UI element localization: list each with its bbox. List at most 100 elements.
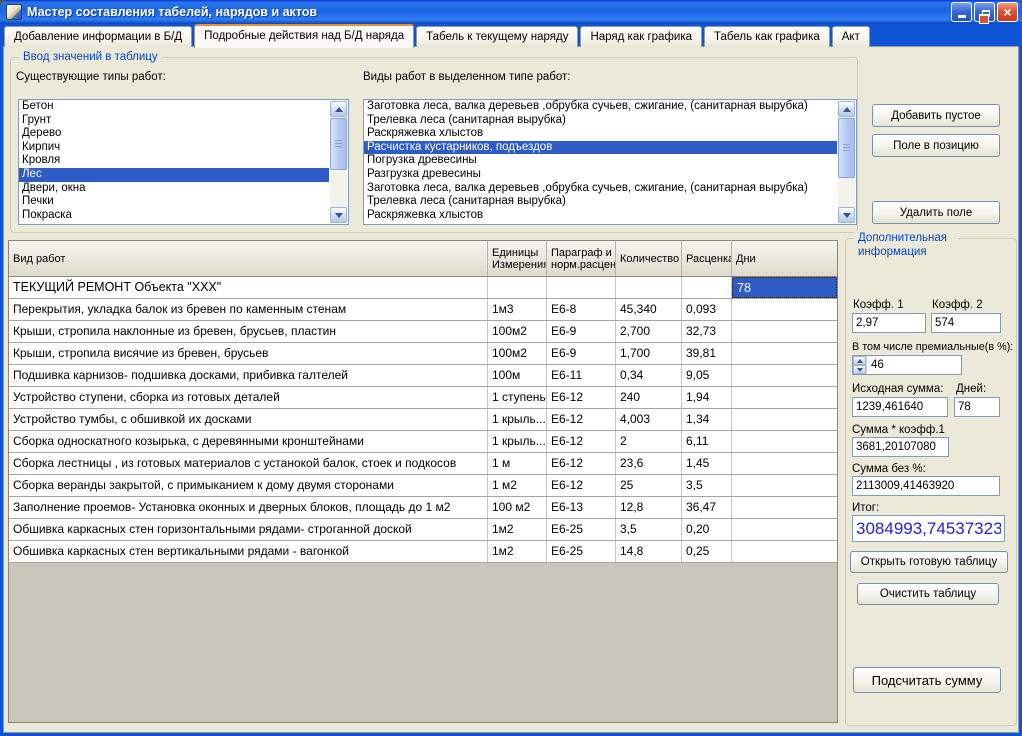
cell-work-name[interactable]: Устройство ступени, сборка из готовых де… [9,387,488,408]
cell-days[interactable] [732,343,837,364]
work-kind-item-selected[interactable]: Расчистка кустарников, подъездов [364,141,837,155]
koeff2-input[interactable] [931,313,1001,333]
scroll-down-button[interactable] [838,207,855,223]
work-kinds-scrollbar[interactable] [838,101,855,223]
column-header-paragraph[interactable]: Параграф и норм.расценок [547,241,616,276]
premium-spinner[interactable]: 46 [852,355,962,375]
column-header-work-kind[interactable]: Вид работ [9,241,488,276]
spinner-down-button[interactable] [853,365,866,374]
spinner-up-button[interactable] [853,356,866,365]
cell-paragraph[interactable]: Е6-12 [547,431,616,452]
cell-unit[interactable] [488,277,547,298]
work-kind-item[interactable]: Раскряжевка хлыстов [364,127,856,141]
cell-rate[interactable]: 0,093 [682,299,732,320]
cell-unit[interactable]: 1 крыль... [488,431,547,452]
cell-work-name[interactable]: Обшивка каркасных стен горизонтальными р… [9,519,488,540]
cell-rate[interactable]: 0,20 [682,519,732,540]
cell-rate[interactable]: 1,94 [682,387,732,408]
scroll-up-button[interactable] [838,101,855,117]
work-kind-item[interactable]: Трелевка леса (санитарная вырубка) [364,114,856,128]
cell-unit[interactable]: 1 м [488,453,547,474]
tab-tabel-current-naryad[interactable]: Табель к текущему наряду [416,26,578,47]
total-input[interactable] [852,515,1005,542]
cell-work-name[interactable]: Крыши, стропила наклонные из бревен, бру… [9,321,488,342]
cell-paragraph[interactable]: Е6-9 [547,321,616,342]
column-header-days[interactable]: Дни [732,241,837,276]
cell-days[interactable] [732,519,837,540]
cell-quantity[interactable]: 3,5 [616,519,682,540]
work-type-item[interactable]: Бетон [19,100,348,114]
cell-rate[interactable]: 1,34 [682,409,732,430]
cell-paragraph[interactable]: Е6-12 [547,387,616,408]
sum-no-percent-input[interactable] [852,476,1000,496]
maximize-button[interactable] [974,2,995,22]
cell-quantity[interactable]: 25 [616,475,682,496]
cell-rate[interactable]: 32,73 [682,321,732,342]
work-type-item[interactable]: Дерево [19,127,348,141]
scroll-up-button[interactable] [330,101,347,117]
koeff1-input[interactable] [852,313,926,333]
cell-quantity[interactable]: 0,34 [616,365,682,386]
field-to-position-button[interactable]: Поле в позицию [872,134,1000,157]
work-type-item[interactable]: Кровля [19,154,348,168]
cell-rate[interactable]: 3,5 [682,475,732,496]
cell-work-name[interactable]: Подшивка карнизов- подшивка досками, при… [9,365,488,386]
cell-quantity[interactable]: 4,003 [616,409,682,430]
cell-rate[interactable]: 0,25 [682,541,732,562]
cell-quantity[interactable]: 23,6 [616,453,682,474]
cell-work-name[interactable]: Крыши, стропила висячие из бревен, брусь… [9,343,488,364]
cell-quantity[interactable]: 2,700 [616,321,682,342]
cell-paragraph[interactable] [547,277,616,298]
cell-rate[interactable] [682,277,732,298]
delete-field-button[interactable]: Удалить поле [872,201,1000,224]
cell-work-name[interactable]: Перекрытия, укладка балок из бревен по к… [9,299,488,320]
cell-work-name[interactable]: Сборка веранды закрытой, с примыканием к… [9,475,488,496]
cell-rate[interactable]: 36,47 [682,497,732,518]
work-type-item[interactable]: Грунт [19,114,348,128]
work-kinds-listbox[interactable]: Заготовка леса, валка деревьев ,обрубка … [363,99,857,225]
cell-quantity[interactable]: 14,8 [616,541,682,562]
cell-quantity[interactable]: 2 [616,431,682,452]
cell-work-name[interactable]: Сборка односкатного козырька, с деревянн… [9,431,488,452]
days-input[interactable] [954,397,1000,417]
cell-days[interactable] [732,409,837,430]
cell-paragraph[interactable]: Е6-13 [547,497,616,518]
cell-unit[interactable]: 100м2 [488,343,547,364]
cell-days[interactable] [732,475,837,496]
cell-quantity[interactable] [616,277,682,298]
cell-unit[interactable]: 1 м2 [488,475,547,496]
cell-paragraph[interactable]: Е6-11 [547,365,616,386]
cell-work-name[interactable]: Заполнение проемов- Установка оконных и … [9,497,488,518]
cell-days[interactable] [732,387,837,408]
scrollbar-thumb[interactable] [330,118,347,170]
calculate-sum-button[interactable]: Подсчитать сумму [853,667,1001,693]
cell-days[interactable] [732,497,837,518]
work-kind-item[interactable]: Разгрузка древесины [364,168,856,182]
cell-days[interactable] [732,541,837,562]
add-empty-button[interactable]: Добавить пустое [872,104,1000,127]
tab-add-info[interactable]: Добавление информации в Б/Д [4,26,192,47]
tab-akt[interactable]: Акт [832,26,870,47]
cell-unit[interactable]: 1м2 [488,541,547,562]
cell-unit[interactable]: 1 крыль... [488,409,547,430]
cell-days[interactable] [732,321,837,342]
tab-naryad-as-graphic[interactable]: Наряд как графика [580,26,702,47]
cell-days[interactable] [732,453,837,474]
work-types-listbox[interactable]: Бетон Грунт Дерево Кирпич Кровля Лес Две… [18,99,349,225]
cell-paragraph[interactable]: Е6-12 [547,453,616,474]
cell-work-name[interactable]: Сборка лестницы , из готовых материалов … [9,453,488,474]
cell-paragraph[interactable]: Е6-8 [547,299,616,320]
cell-days[interactable] [732,299,837,320]
cell-unit[interactable]: 100м2 [488,321,547,342]
cell-paragraph[interactable]: Е6-25 [547,519,616,540]
cell-paragraph[interactable]: Е6-12 [547,409,616,430]
work-type-item[interactable]: Двери, окна [19,182,348,196]
cell-days[interactable] [732,431,837,452]
work-kind-item[interactable]: Трелевка леса (санитарная вырубка) [364,195,856,209]
sum-koeff-input[interactable] [852,437,949,457]
cell-unit[interactable]: 1м2 [488,519,547,540]
cell-paragraph[interactable]: Е6-9 [547,343,616,364]
tab-tabel-as-graphic[interactable]: Табель как графика [704,26,830,47]
source-sum-input[interactable] [852,397,948,417]
work-kind-item[interactable]: Заготовка леса, валка деревьев ,обрубка … [364,100,856,114]
